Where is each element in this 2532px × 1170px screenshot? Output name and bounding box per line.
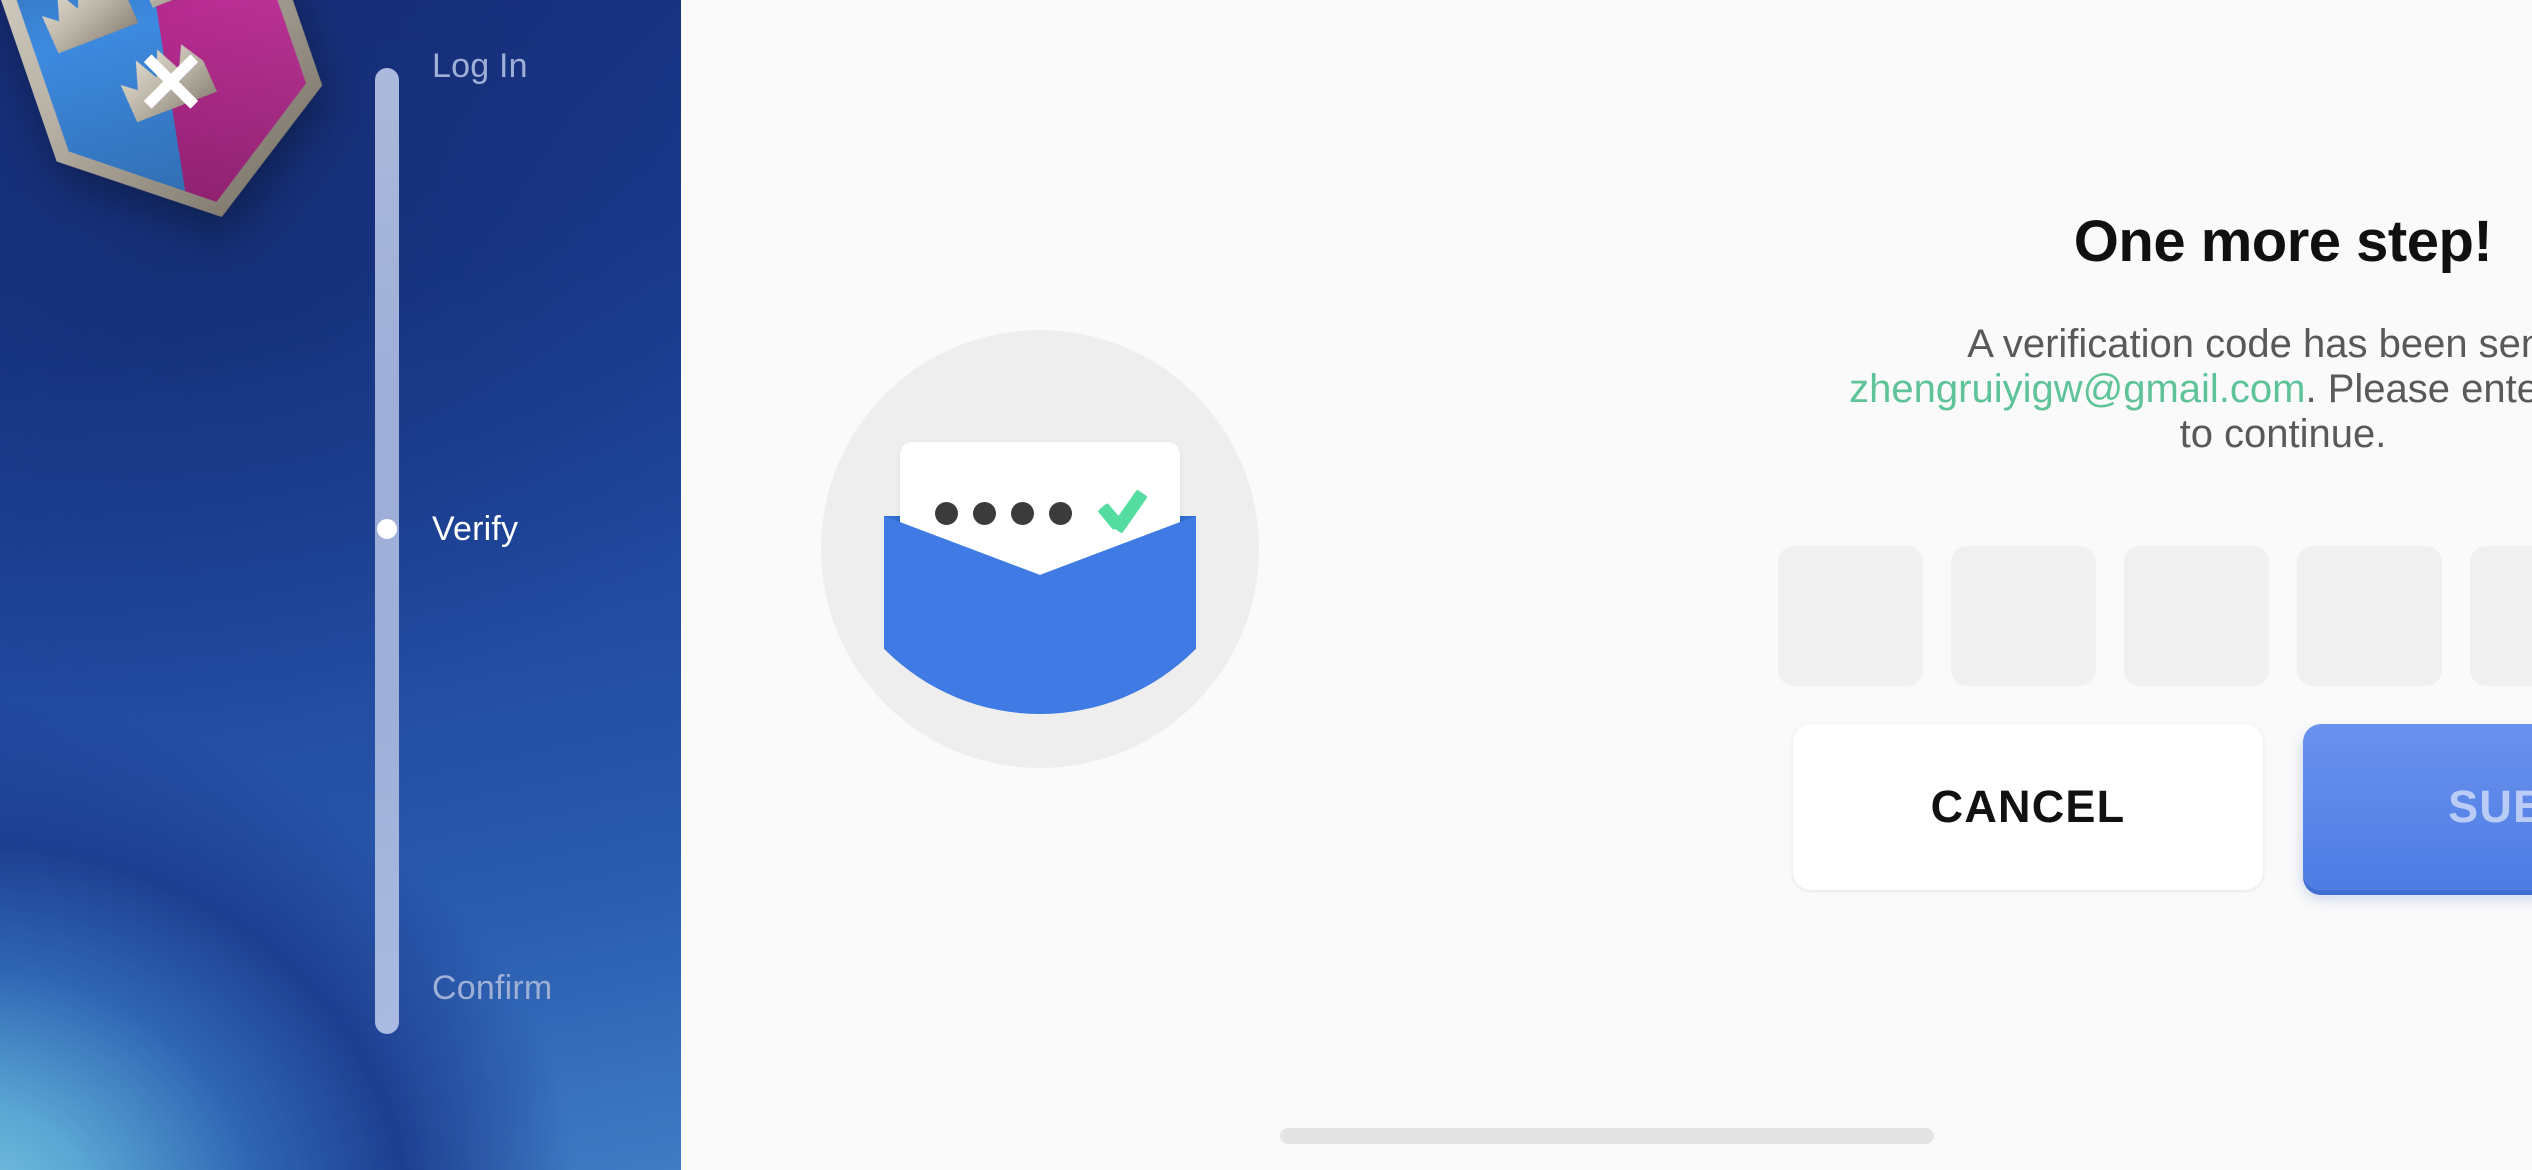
envelope-bottom-curve [884, 618, 1196, 714]
stepper-track [375, 68, 399, 1034]
verification-screen: Log In Verify Confirm One more step! A v… [0, 0, 2532, 1170]
close-icon[interactable] [128, 38, 214, 124]
stepper-step-confirm[interactable]: Confirm [375, 968, 655, 1008]
code-digit-1[interactable] [1778, 546, 1923, 686]
code-digit-2[interactable] [1951, 546, 2096, 686]
signup-stepper: Log In Verify Confirm [375, 49, 655, 1034]
page-title: One more step! [2073, 209, 2493, 274]
step-label-login: Log In [432, 47, 528, 85]
description-text-before: A verification code has been sent to [1967, 322, 2532, 366]
step-label-confirm: Confirm [432, 969, 553, 1007]
code-digit-4[interactable] [2297, 546, 2442, 686]
step-label-verify: Verify [432, 510, 519, 548]
letter-dot [1011, 501, 1034, 525]
code-digit-5[interactable] [2470, 546, 2532, 686]
stepper-step-verify[interactable]: Verify [375, 509, 655, 549]
checkmark-icon [1097, 489, 1148, 536]
cancel-button[interactable]: CANCEL [1793, 724, 2263, 890]
code-digit-3[interactable] [2124, 546, 2269, 686]
submit-button[interactable]: SUBMIT [2303, 724, 2532, 890]
letter-dot [973, 501, 996, 525]
recipient-email: zhengruiyigw@gmail.com [1849, 366, 2306, 411]
verification-form: One more step! A verification code has b… [1751, 0, 2532, 1170]
form-actions: CANCEL SUBMIT [1751, 724, 2532, 890]
letter-dot [935, 501, 958, 525]
email-verification-icon [821, 330, 1259, 768]
envelope-graphic [884, 442, 1196, 714]
verification-description: A verification code has been sent to zhe… [1831, 322, 2532, 456]
step-dot-verify [377, 519, 397, 539]
left-brand-panel: Log In Verify Confirm [0, 0, 681, 1170]
stepper-step-login[interactable]: Log In [375, 46, 655, 86]
verification-code-input-group [1751, 546, 2532, 686]
verification-content-panel: One more step! A verification code has b… [681, 0, 2532, 1170]
home-indicator-bar[interactable] [1279, 1128, 1934, 1144]
letter-dot [1049, 501, 1072, 525]
